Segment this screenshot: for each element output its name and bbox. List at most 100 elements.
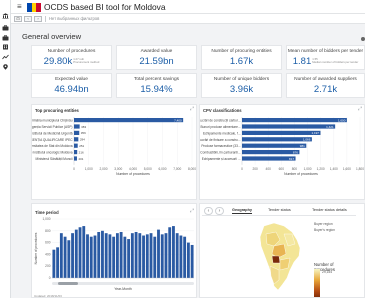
category-label: Bunuri produse alimentare... bbox=[200, 125, 240, 129]
bar bbox=[149, 233, 153, 278]
kpi-label: Mean number of bidders per tender bbox=[287, 49, 364, 54]
top-entities-chart[interactable]: 0 1,000 2,000 3,000 4,000 5,000 6,000 7,000 8,00… bbox=[32, 105, 197, 200]
kpi-procuring-entities[interactable]: Number of procuring entities 1.67k bbox=[201, 45, 282, 70]
bar-value-label: 383 bbox=[81, 125, 86, 129]
kpi-value: 1.811.55 Median number of bidders per ten… bbox=[287, 56, 364, 67]
x-tick-label: 0 bbox=[241, 167, 243, 171]
category-label: Ministerul Sănătății Muncii bbox=[35, 157, 72, 161]
x-tick-label: 1,800 bbox=[356, 167, 364, 171]
app-header: ≡ OCDS based BI tool for Moldova bbox=[11, 0, 365, 14]
bar bbox=[130, 233, 134, 278]
kpi-unique-bidders[interactable]: Number of unique bidders 3.96k bbox=[201, 73, 282, 98]
time-period-panel[interactable]: Time period ⤢ 0 200 400 600 800 1,000 Number o… bbox=[31, 203, 197, 298]
legend-caption: Buyer region bbox=[314, 222, 333, 226]
kpi-awarded-value[interactable]: Awarded value 21.59bn bbox=[116, 45, 197, 70]
time-scrollbar-thumb bbox=[58, 282, 78, 285]
kpi-expected-value[interactable]: Expected value 46.94bn bbox=[31, 73, 112, 98]
bar bbox=[112, 236, 116, 278]
bar bbox=[52, 249, 56, 278]
bar bbox=[164, 233, 168, 278]
left-sidebar bbox=[0, 0, 11, 298]
bar-value-label: 201 bbox=[78, 157, 83, 161]
x-axis-title: Number of procedures bbox=[116, 172, 150, 176]
kpi-label: Total percent savings bbox=[133, 77, 180, 82]
kpi-label: Number of awarded suppliers bbox=[294, 77, 357, 82]
x-tick-label: 0 bbox=[73, 167, 75, 171]
bar bbox=[242, 124, 336, 129]
kpi-label: Number of procuring entities bbox=[211, 49, 272, 54]
select-tool-icon[interactable]: ⊡ bbox=[14, 16, 22, 22]
cpv-chart[interactable]: 0 200 400 600 800 1,000 1,200 1,400 1,600 1,800 Lu… bbox=[200, 105, 365, 200]
bar bbox=[63, 236, 67, 278]
x-tick-label: 8,000 bbox=[188, 167, 196, 171]
map-pin-icon[interactable] bbox=[2, 57, 9, 70]
scroll-indicator-icon[interactable] bbox=[361, 37, 365, 41]
moldova-regions[interactable] bbox=[259, 222, 301, 291]
x-tick-label: 1,600 bbox=[343, 167, 351, 171]
kpi-number-of-procedures[interactable]: Number of procedures 29.80k1.27 sub Procu… bbox=[31, 45, 112, 70]
bar bbox=[183, 236, 187, 278]
kpi-awarded-suppliers[interactable]: Number of awarded suppliers 2.71k bbox=[286, 73, 365, 98]
bar bbox=[242, 130, 321, 135]
briefcase-icon[interactable] bbox=[2, 28, 9, 41]
bar bbox=[71, 233, 74, 278]
bar-value-label: 1,066 bbox=[303, 138, 311, 142]
briefcase-icon[interactable] bbox=[2, 18, 9, 31]
bar bbox=[242, 118, 347, 123]
bar-value-label: 817 bbox=[289, 157, 294, 161]
forward-icon[interactable]: › bbox=[34, 16, 42, 22]
category-label: ÎP Universitatea de Stat din Moldova bbox=[32, 144, 73, 148]
cpv-classifications-panel[interactable]: CPV classifications ⤢ 0 200 400 600 800 1,000… bbox=[199, 104, 365, 200]
category-label: Lucrări de finisare a constru... bbox=[200, 138, 241, 142]
kpi-percent-savings[interactable]: Total percent savings 15.94% bbox=[116, 73, 197, 98]
bar bbox=[242, 150, 300, 155]
category-label: Agenția Servicii Publice (ASP) bbox=[32, 125, 73, 129]
top-procuring-entities-panel[interactable]: Top procuring entities ⤢ 0 1,000 2,000 3,00… bbox=[31, 104, 197, 200]
x-tick-label: 3,000 bbox=[114, 167, 122, 171]
y-tick-label: 200 bbox=[45, 264, 51, 268]
x-tick-label: 600 bbox=[279, 167, 285, 171]
bar bbox=[108, 234, 112, 278]
x-tick-label: 1,400 bbox=[330, 167, 338, 171]
category-label: ÎS Institutul oncologic Moldova bbox=[32, 151, 73, 155]
kpi-value: 1.67k bbox=[229, 56, 254, 67]
bar bbox=[93, 235, 97, 278]
building-icon[interactable] bbox=[2, 37, 9, 50]
bar bbox=[89, 236, 93, 278]
time-period-chart[interactable]: 0 200 400 600 800 1,000 Number of procedures Ye… bbox=[32, 204, 197, 298]
x-tick-label: 1,200 bbox=[317, 167, 325, 171]
category-label: Primăria municipiului Chișinău bbox=[32, 119, 73, 123]
chart-icon[interactable] bbox=[2, 47, 9, 60]
bar bbox=[242, 143, 307, 148]
bar-value-label: 7,400 bbox=[174, 118, 182, 122]
category-label: Lucrări de construcții carbur... bbox=[200, 119, 241, 123]
bar bbox=[142, 235, 145, 278]
bar bbox=[168, 227, 172, 278]
kpi-value: 46.94bn bbox=[54, 84, 89, 95]
toolbar-divider bbox=[45, 16, 46, 22]
kpi-secondary: 1.27 sub Procurement method bbox=[73, 58, 99, 64]
kpi-label: Number of procedures bbox=[47, 49, 96, 54]
bar bbox=[74, 124, 80, 129]
bar-value-label: 1,197 bbox=[311, 131, 319, 135]
bar bbox=[186, 242, 190, 278]
kpi-mean-bidders[interactable]: Mean number of bidders per tender 1.811.… bbox=[286, 45, 365, 70]
menu-icon[interactable]: ≡ bbox=[17, 3, 22, 11]
y-tick-label: 800 bbox=[45, 229, 51, 233]
bar-value-label: 1,421 bbox=[326, 125, 334, 129]
bar bbox=[157, 229, 160, 278]
bar-value-label: 294 bbox=[80, 138, 85, 142]
map-panel[interactable]: ‹ › Geography Tender status Tender statu… bbox=[199, 203, 365, 298]
map-legend: Buyer region Buyer's region Number of pr… bbox=[314, 222, 356, 297]
bar bbox=[190, 244, 194, 278]
x-tick-label: 4,000 bbox=[129, 167, 137, 171]
back-icon[interactable]: ‹ bbox=[24, 16, 32, 22]
bar-value-label: 1,600 bbox=[338, 118, 346, 122]
bank-icon[interactable] bbox=[2, 6, 9, 19]
x-tick-label: 200 bbox=[252, 167, 258, 171]
category-label: Produse farmaceutice (33... bbox=[201, 144, 240, 148]
footer-text: Updated: 2018/11/03 bbox=[34, 294, 62, 298]
bar bbox=[74, 143, 78, 148]
x-tick-label: 5,000 bbox=[144, 167, 152, 171]
kpi-label: Number of unique bidders bbox=[213, 77, 270, 82]
